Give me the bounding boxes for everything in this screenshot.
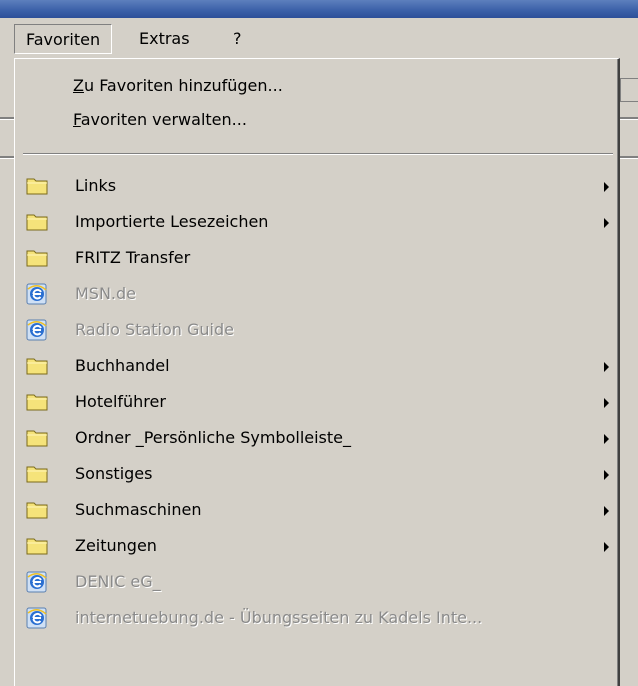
menu-item-label: Suchmaschinen: [75, 500, 202, 519]
menu-item-label: Radio Station Guide: [75, 320, 234, 339]
submenu-arrow-icon: [604, 542, 609, 552]
favorites-item[interactable]: Hotelführer: [15, 385, 619, 419]
folder-icon: [25, 427, 49, 449]
submenu-arrow-icon: [604, 362, 609, 372]
favorites-item[interactable]: Buchhandel: [15, 349, 619, 383]
submenu-arrow-icon: [604, 434, 609, 444]
folder-icon: [25, 211, 49, 233]
favorites-item[interactable]: Ordner _Persönliche Symbolleiste_: [15, 421, 619, 455]
favorites-item[interactable]: Links: [15, 169, 619, 203]
toolbar-divider: [0, 117, 14, 120]
ie-link-icon: [25, 571, 49, 593]
favorites-item[interactable]: Sonstiges: [15, 457, 619, 491]
favorites-dropdown-menu: Zu Favoriten hinzufügen... Favoriten ver…: [14, 58, 620, 686]
folder-icon: [25, 175, 49, 197]
menu-item-label: Buchhandel: [75, 356, 170, 375]
title-bar-strip: [0, 0, 638, 18]
favorites-item[interactable]: DENIC eG_: [15, 565, 619, 599]
favorites-item[interactable]: FRITZ Transfer: [15, 241, 619, 275]
menu-item-label: Importierte Lesezeichen: [75, 212, 269, 231]
menu-item-label: Hotelführer: [75, 392, 166, 411]
menu-separator: [23, 153, 613, 155]
favorites-item[interactable]: Importierte Lesezeichen: [15, 205, 619, 239]
folder-icon: [25, 355, 49, 377]
submenu-arrow-icon: [604, 506, 609, 516]
favorites-item[interactable]: Zeitungen: [15, 529, 619, 563]
menu-item-label: MSN.de: [75, 284, 137, 303]
menu-item-label: Sonstiges: [75, 464, 153, 483]
menu-item-label: Ordner _Persönliche Symbolleiste_: [75, 428, 352, 447]
toolbar-divider: [620, 156, 638, 159]
favorites-item[interactable]: MSN.de: [15, 277, 619, 311]
menu-item-label: Links: [75, 176, 117, 195]
submenu-arrow-icon: [604, 470, 609, 480]
menu-item-label: FRITZ Transfer: [75, 248, 191, 267]
ie-link-icon: [25, 607, 49, 629]
folder-icon: [25, 463, 49, 485]
toolbar-remnant: [620, 78, 638, 102]
add-to-favorites-item[interactable]: Zu Favoriten hinzufügen...: [15, 69, 619, 103]
folder-icon: [25, 391, 49, 413]
ie-link-icon: [25, 319, 49, 341]
menu-help[interactable]: ?: [222, 24, 253, 54]
menu-favoriten[interactable]: Favoriten: [14, 24, 113, 54]
menu-item-label: internetuebung.de - Übungsseiten zu Kade…: [75, 608, 483, 627]
menu-item-label: Zeitungen: [75, 536, 157, 555]
menu-item-label: DENIC eG_: [75, 572, 161, 591]
favorites-item[interactable]: Radio Station Guide: [15, 313, 619, 347]
submenu-arrow-icon: [604, 182, 609, 192]
menu-item-label: Zu Favoriten hinzufügen...: [73, 76, 283, 95]
menu-item-label: Favoriten verwalten...: [73, 110, 247, 129]
menu-bar: Favoriten Extras ?: [0, 18, 638, 58]
submenu-arrow-icon: [604, 218, 609, 228]
ie-link-icon: [25, 283, 49, 305]
folder-icon: [25, 535, 49, 557]
menu-extras[interactable]: Extras: [128, 24, 201, 54]
organize-favorites-item[interactable]: Favoriten verwalten...: [15, 103, 619, 137]
favorites-item[interactable]: Suchmaschinen: [15, 493, 619, 527]
toolbar-divider: [620, 117, 638, 120]
folder-icon: [25, 499, 49, 521]
submenu-arrow-icon: [604, 398, 609, 408]
toolbar-divider: [0, 156, 14, 159]
favorites-item[interactable]: internetuebung.de - Übungsseiten zu Kade…: [15, 601, 619, 635]
folder-icon: [25, 247, 49, 269]
